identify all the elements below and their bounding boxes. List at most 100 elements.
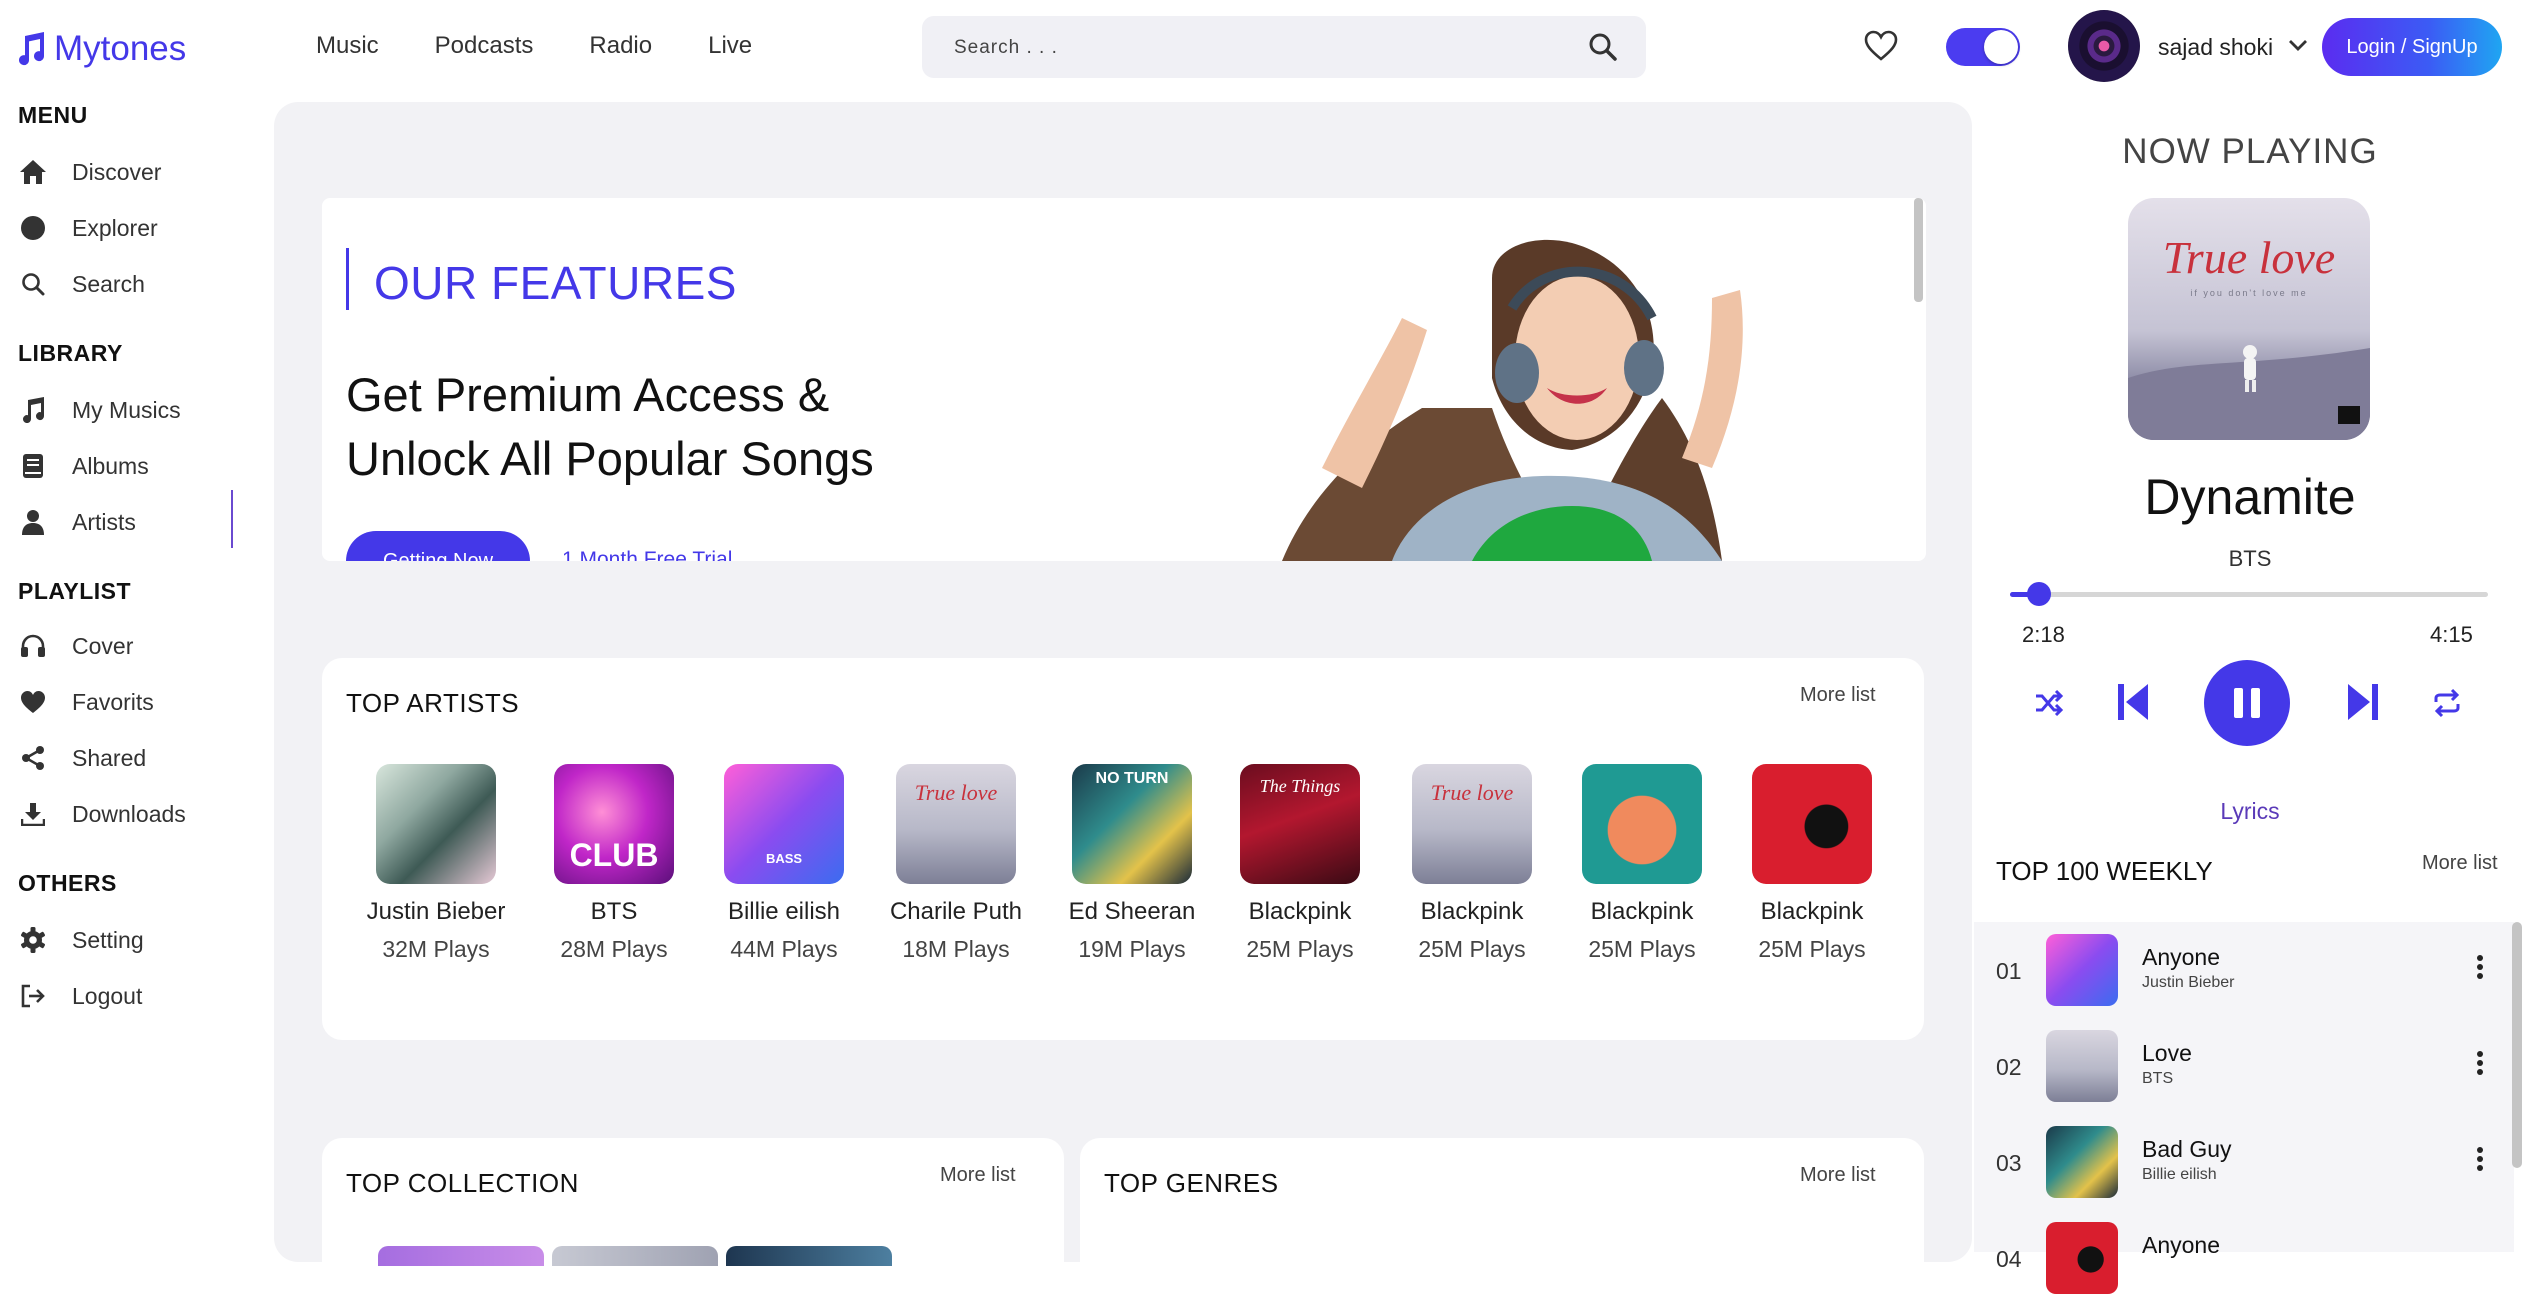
next-icon[interactable] bbox=[2346, 682, 2380, 722]
shuffle-icon[interactable] bbox=[2034, 688, 2064, 718]
sidebar-item-search[interactable]: Search bbox=[18, 264, 145, 304]
circle-icon bbox=[21, 216, 45, 240]
login-signup-button[interactable]: Login / SignUp bbox=[2322, 18, 2502, 76]
sidebar-item-albums[interactable]: Albums bbox=[18, 446, 149, 486]
search-bar[interactable]: Search . . . bbox=[922, 16, 1646, 78]
top-genres-title: TOP GENRES bbox=[1104, 1168, 1279, 1198]
features-scrollbar[interactable] bbox=[1910, 198, 1926, 561]
artist-thumbnail: NO TURN bbox=[1072, 764, 1192, 884]
artist-plays: 25M Plays bbox=[1588, 936, 1696, 962]
collection-thumbnail[interactable] bbox=[378, 1246, 544, 1266]
list-item[interactable]: 02 Love BTS bbox=[1974, 1026, 2494, 1106]
top-weekly-more-link[interactable]: More list bbox=[2422, 852, 2498, 875]
theme-toggle[interactable] bbox=[1946, 28, 2020, 66]
more-vertical-icon[interactable] bbox=[2476, 1146, 2484, 1172]
nav-music[interactable]: Music bbox=[316, 32, 379, 66]
now-playing-heading: NOW PLAYING bbox=[2122, 132, 2378, 171]
playlist-heading: PLAYLIST bbox=[18, 578, 132, 604]
nav-live[interactable]: Live bbox=[708, 32, 752, 66]
progress-bar[interactable] bbox=[2010, 582, 2488, 606]
feature-title-bar bbox=[346, 248, 349, 310]
getting-now-button[interactable]: Getting Now bbox=[346, 531, 530, 561]
nav-radio[interactable]: Radio bbox=[589, 32, 652, 66]
sidebar-item-label: Shared bbox=[72, 744, 147, 771]
artist-plays: 44M Plays bbox=[730, 936, 838, 962]
avatar[interactable] bbox=[2068, 10, 2140, 82]
progress-handle[interactable] bbox=[2026, 582, 2051, 606]
scrollbar-thumb[interactable] bbox=[1914, 198, 1923, 302]
top-artists-more-link[interactable]: More list bbox=[1800, 684, 1876, 707]
weekly-scrollbar[interactable] bbox=[2512, 922, 2522, 1168]
sidebar-item-logout[interactable]: Logout bbox=[18, 976, 142, 1016]
free-trial-link[interactable]: 1 Month Free Trial bbox=[562, 548, 732, 561]
artist-card[interactable]: True love Blackpink 25M Plays bbox=[1387, 764, 1557, 963]
toggle-knob bbox=[1984, 30, 2018, 64]
artist-card[interactable]: Justin Bieber 32M Plays bbox=[351, 764, 521, 963]
sidebar-item-downloads[interactable]: Downloads bbox=[18, 794, 186, 834]
top-genres-more-link[interactable]: More list bbox=[1800, 1164, 1876, 1187]
artist-thumbnail: CLUB bbox=[554, 764, 674, 884]
list-item[interactable]: 01 Anyone Justin Bieber bbox=[1974, 930, 2494, 1010]
heart-icon[interactable] bbox=[1864, 30, 1898, 62]
artist-plays: 25M Plays bbox=[1418, 936, 1526, 962]
pause-icon bbox=[2234, 688, 2260, 718]
artist-card[interactable]: The Things Blackpink 25M Plays bbox=[1215, 764, 1385, 963]
search-input[interactable]: Search . . . bbox=[954, 37, 1058, 59]
user-name[interactable]: sajad shoki bbox=[2158, 34, 2273, 61]
nav-podcasts[interactable]: Podcasts bbox=[435, 32, 534, 66]
sidebar-item-shared[interactable]: Shared bbox=[18, 738, 146, 778]
music-note-icon bbox=[19, 32, 45, 66]
thumbnail-text: NO TURN bbox=[1095, 770, 1169, 787]
track-artist: BTS bbox=[2142, 1070, 2174, 1087]
features-banner: OUR FEATURES Get Premium Access & Unlock… bbox=[322, 198, 1926, 561]
artist-thumbnail bbox=[1582, 764, 1702, 884]
sidebar-item-explorer[interactable]: Explorer bbox=[18, 208, 158, 248]
artist-card[interactable]: CLUB BTS 28M Plays bbox=[529, 764, 699, 963]
artist-thumbnail bbox=[376, 764, 496, 884]
pause-button[interactable] bbox=[2204, 660, 2290, 746]
artist-card[interactable]: True love Charile Puth 18M Plays bbox=[871, 764, 1041, 963]
sidebar-item-label: Search bbox=[72, 270, 145, 297]
lyrics-link[interactable]: Lyrics bbox=[1980, 798, 2520, 825]
app-logo[interactable]: Mytones bbox=[16, 22, 186, 76]
artist-plays: 25M Plays bbox=[1246, 936, 1354, 962]
artist-card[interactable]: BASS Billie eilish 44M Plays bbox=[699, 764, 869, 963]
artist-thumbnail: BASS bbox=[724, 764, 844, 884]
more-vertical-icon[interactable] bbox=[2476, 954, 2484, 980]
previous-icon[interactable] bbox=[2116, 682, 2150, 722]
more-vertical-icon[interactable] bbox=[2476, 1050, 2484, 1076]
list-item[interactable]: 03 Bad Guy Billie eilish bbox=[1974, 1122, 2494, 1202]
collection-thumbnail[interactable] bbox=[552, 1246, 718, 1266]
album-cover: True love if you don't love me bbox=[2128, 198, 2370, 440]
sidebar-item-favorits[interactable]: Favorits bbox=[18, 682, 154, 722]
top-weekly-list: 01 Anyone Justin Bieber 02 Love BTS 03 B… bbox=[1974, 922, 2514, 1294]
sidebar-item-cover[interactable]: Cover bbox=[18, 626, 133, 666]
track-thumbnail bbox=[2046, 934, 2118, 1006]
list-item[interactable]: 04 Anyone bbox=[1974, 1218, 2494, 1298]
album-cover-art: True love if you don't love me bbox=[2128, 198, 2370, 440]
track-thumbnail bbox=[2046, 1030, 2118, 1102]
sidebar-item-label: Favorits bbox=[72, 688, 154, 715]
artist-plays: 25M Plays bbox=[1758, 936, 1866, 962]
cover-subtitle: if you don't love me bbox=[2190, 288, 2307, 298]
sidebar-item-setting[interactable]: Setting bbox=[18, 920, 144, 960]
track-rank: 01 bbox=[1996, 958, 2022, 984]
repeat-icon[interactable] bbox=[2432, 688, 2462, 718]
thumbnail-text: True love bbox=[1430, 780, 1514, 805]
top-artists-title: TOP ARTISTS bbox=[346, 688, 520, 718]
chevron-down-icon[interactable] bbox=[2288, 38, 2308, 52]
menu-heading: MENU bbox=[18, 102, 88, 128]
top-genres-card: TOP GENRES More list bbox=[1080, 1138, 1924, 1288]
top-collection-more-link[interactable]: More list bbox=[940, 1164, 1016, 1187]
sidebar-item-discover[interactable]: Discover bbox=[18, 152, 161, 192]
headphones-icon bbox=[21, 634, 45, 657]
sidebar-item-artists[interactable]: Artists bbox=[18, 502, 136, 542]
artist-card[interactable]: Blackpink 25M Plays bbox=[1557, 764, 1727, 963]
search-icon[interactable] bbox=[1588, 32, 1618, 62]
collection-thumbnail[interactable] bbox=[726, 1246, 892, 1266]
thumbnail-text: BASS bbox=[765, 851, 803, 866]
artist-card[interactable]: Blackpink 25M Plays bbox=[1727, 764, 1897, 963]
artist-card[interactable]: NO TURN Ed Sheeran 19M Plays bbox=[1047, 764, 1217, 963]
sidebar-item-my-musics[interactable]: My Musics bbox=[18, 390, 181, 430]
top-collection-card: TOP COLLECTION More list bbox=[322, 1138, 1064, 1288]
